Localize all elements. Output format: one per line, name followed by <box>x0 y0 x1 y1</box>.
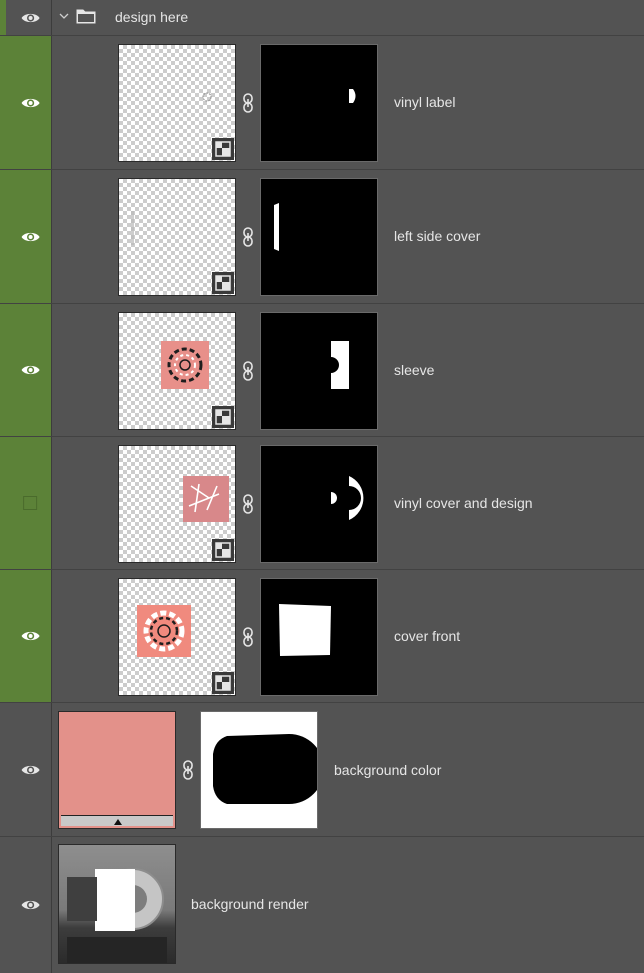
layer-mask-thumbnail[interactable] <box>260 178 378 296</box>
layer-mask-thumbnail[interactable] <box>260 44 378 162</box>
fill-color-thumbnail[interactable] <box>58 711 176 829</box>
chain-link-icon[interactable] <box>182 759 194 781</box>
visibility-cell[interactable] <box>0 437 52 569</box>
layer-name[interactable]: vinyl cover and design <box>394 495 533 511</box>
layer-row-background-color[interactable]: background color <box>0 703 644 837</box>
visibility-cell[interactable] <box>0 170 52 303</box>
visibility-cell[interactable] <box>0 703 52 836</box>
render-preview-image <box>67 868 167 963</box>
group-name[interactable]: design here <box>115 9 188 25</box>
smart-object-badge-icon <box>212 272 234 294</box>
layer-thumbnail[interactable] <box>118 578 236 696</box>
layer-mask-thumbnail[interactable] <box>260 578 378 696</box>
chain-link-icon[interactable] <box>242 493 254 515</box>
folder-icon <box>76 9 96 24</box>
fill-slider-bar <box>61 815 173 826</box>
mask-shape <box>274 203 279 251</box>
layer-name[interactable]: vinyl label <box>394 94 455 110</box>
mask-shape <box>213 734 317 804</box>
visibility-cell[interactable] <box>0 304 52 436</box>
layer-name[interactable]: cover front <box>394 628 460 644</box>
smart-object-badge-icon <box>212 406 234 428</box>
eye-icon[interactable] <box>20 898 40 912</box>
render-thumbnail[interactable] <box>58 844 176 964</box>
layer-group-row[interactable]: design here <box>0 0 644 36</box>
layer-row-left-side-cover[interactable]: left side cover <box>0 170 644 304</box>
chain-link-icon[interactable] <box>242 626 254 648</box>
eye-icon[interactable] <box>20 11 40 25</box>
layer-mask-thumbnail[interactable] <box>260 312 378 430</box>
eye-icon[interactable] <box>20 763 40 777</box>
visibility-cell[interactable] <box>0 36 52 169</box>
layer-thumbnail[interactable] <box>118 445 236 563</box>
smart-object-badge-icon <box>212 539 234 561</box>
mask-shape <box>331 476 364 520</box>
chain-link-icon[interactable] <box>242 226 254 248</box>
layer-row-vinyl-cover-and-design[interactable]: vinyl cover and design <box>0 437 644 570</box>
layer-name[interactable]: background render <box>191 896 309 912</box>
hidden-visibility-box[interactable] <box>22 496 37 510</box>
layer-name[interactable]: left side cover <box>394 228 480 244</box>
mask-shape <box>349 89 356 103</box>
chevron-down-icon[interactable] <box>58 10 70 22</box>
layer-name[interactable]: sleeve <box>394 362 434 378</box>
eye-icon[interactable] <box>20 230 40 244</box>
layer-name[interactable]: background color <box>334 762 441 778</box>
eye-icon[interactable] <box>20 629 40 643</box>
visibility-cell[interactable] <box>0 0 52 35</box>
smart-object-badge-icon <box>212 138 234 160</box>
layer-thumbnail[interactable] <box>118 178 236 296</box>
chain-link-icon[interactable] <box>242 92 254 114</box>
layer-row-sleeve[interactable]: sleeve <box>0 304 644 437</box>
eye-icon[interactable] <box>20 363 40 377</box>
layer-row-cover-front[interactable]: cover front <box>0 570 644 703</box>
visibility-cell[interactable] <box>0 570 52 702</box>
layer-mask-thumbnail[interactable] <box>260 445 378 563</box>
layer-thumbnail[interactable] <box>118 44 236 162</box>
layer-mask-thumbnail[interactable] <box>200 711 318 829</box>
layer-row-background-render[interactable]: background render <box>0 837 644 973</box>
layers-panel: design here vinyl label left side cover … <box>0 0 644 973</box>
smart-object-badge-icon <box>212 672 234 694</box>
layer-thumbnail[interactable] <box>118 312 236 430</box>
visibility-cell[interactable] <box>0 837 52 973</box>
layer-row-vinyl-label[interactable]: vinyl label <box>0 36 644 170</box>
triangle-up-icon <box>114 819 122 825</box>
chain-link-icon[interactable] <box>242 360 254 382</box>
mask-shape <box>331 341 349 389</box>
mask-shape <box>279 604 331 656</box>
eye-icon[interactable] <box>20 96 40 110</box>
